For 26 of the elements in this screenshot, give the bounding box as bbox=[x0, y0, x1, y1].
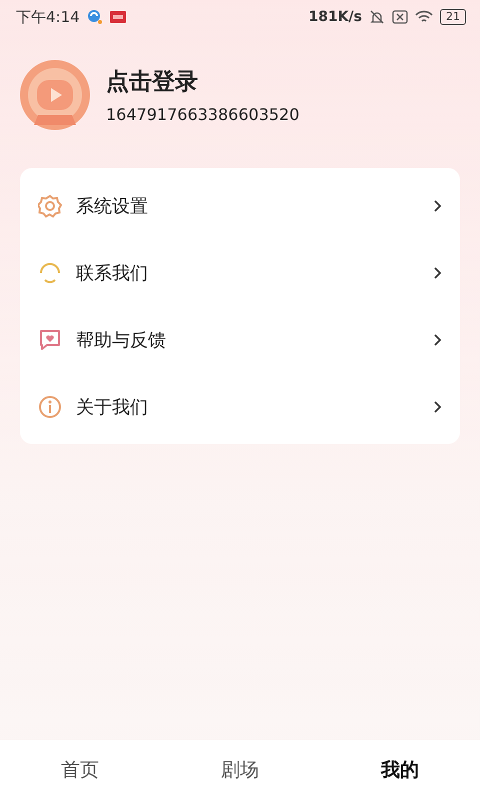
wifi-icon bbox=[415, 10, 433, 24]
status-time: 下午4:14 bbox=[16, 8, 80, 26]
menu-item[interactable]: 帮助与反馈 bbox=[20, 306, 460, 373]
menu-item[interactable]: 关于我们 bbox=[20, 373, 460, 440]
bell-muted-icon bbox=[369, 9, 385, 25]
menu-label: 关于我们 bbox=[76, 396, 149, 418]
avatar-icon bbox=[20, 60, 90, 130]
sim-icon bbox=[392, 10, 408, 24]
menu-item[interactable]: 联系我们 bbox=[20, 239, 460, 306]
app-notification-icon bbox=[110, 11, 126, 23]
menu-label: 系统设置 bbox=[76, 194, 149, 218]
chevron-right-icon bbox=[434, 334, 442, 346]
tab[interactable]: 剧场 bbox=[160, 740, 320, 800]
chevron-right-icon bbox=[434, 400, 442, 412]
login-title[interactable]: 点击登录 bbox=[106, 66, 300, 97]
chevron-right-icon bbox=[434, 266, 442, 278]
tab[interactable]: 首页 bbox=[0, 740, 160, 800]
app-notification-icon bbox=[86, 9, 103, 25]
menu-item[interactable]: 系统设置 bbox=[20, 172, 460, 239]
menu-label: 帮助与反馈 bbox=[76, 328, 167, 352]
menu-label: 联系我们 bbox=[76, 262, 149, 284]
battery-indicator: 21 bbox=[440, 9, 466, 25]
tab[interactable]: 我的 bbox=[320, 740, 480, 800]
chevron-right-icon bbox=[434, 200, 442, 212]
user-id: 1647917663386603520 bbox=[106, 105, 300, 124]
network-speed: 181K/s bbox=[308, 9, 362, 25]
